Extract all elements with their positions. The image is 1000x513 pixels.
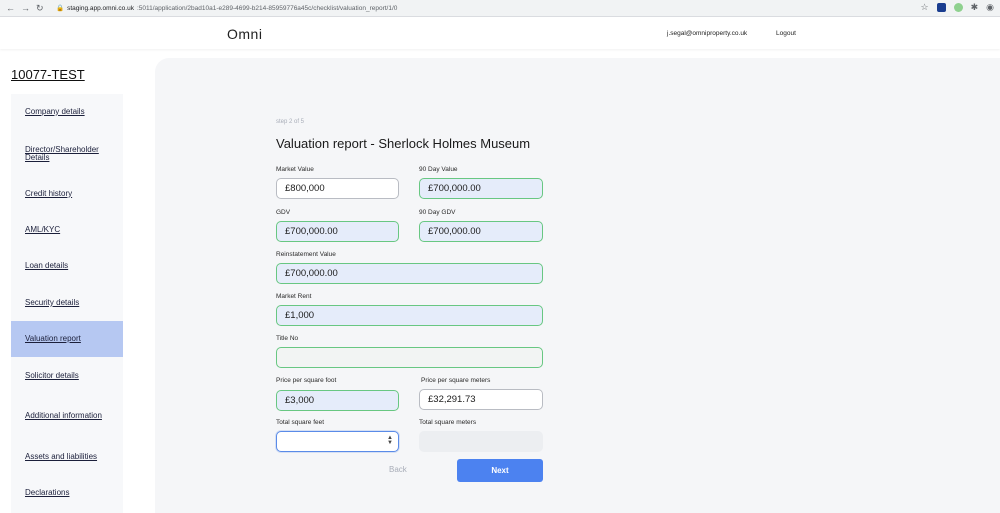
total-sq-meters-input <box>419 431 543 452</box>
sidebar-item-declarations[interactable]: Declarations <box>11 475 123 511</box>
ninety-day-gdv-label: 90 Day GDV <box>419 209 456 216</box>
brand-logo[interactable]: Omni <box>227 26 262 42</box>
total-sq-feet-label: Total square feet <box>276 419 325 426</box>
sidebar-item-solicitor-details[interactable]: Solicitor details <box>11 358 123 394</box>
number-stepper-icon[interactable]: ▲ ▼ <box>387 435 393 446</box>
back-button[interactable]: Back <box>389 465 407 474</box>
title-no-label: Title No <box>276 335 299 342</box>
lock-icon: 🔒 <box>56 5 65 12</box>
extension-icon[interactable] <box>936 3 946 12</box>
browser-toolbar: ← → ↻ 🔒 staging.app.omni.co.uk:5011/appl… <box>0 0 1000 17</box>
extension-icon[interactable] <box>953 3 963 12</box>
ninety-day-value-input[interactable]: £700,000.00 <box>419 178 543 199</box>
gdv-input[interactable]: £700,000.00 <box>276 221 399 242</box>
sidebar-item-credit-history[interactable]: Credit history <box>11 176 123 212</box>
sidebar-item-director-shareholder[interactable]: Director/Shareholder Details <box>11 136 123 172</box>
next-button[interactable]: Next <box>457 459 543 482</box>
price-per-sq-meter-input[interactable]: £32,291.73 <box>419 389 543 410</box>
ninety-day-value-label: 90 Day Value <box>419 166 458 173</box>
price-per-sq-foot-label: Price per square foot <box>276 377 337 384</box>
sidebar-item-loan-details[interactable]: Loan details <box>11 248 123 284</box>
step-indicator: step 2 of 5 <box>276 119 305 125</box>
user-email: j.segal@omniproperty.co.uk <box>667 30 748 37</box>
sidebar-item-valuation-report[interactable]: Valuation report <box>11 321 123 357</box>
page-title: Valuation report - Sherlock Holmes Museu… <box>276 136 531 151</box>
reinstatement-value-input[interactable]: £700,000.00 <box>276 263 543 284</box>
price-per-sq-meter-label: Price per square meters <box>421 377 491 384</box>
market-value-label: Market Value <box>276 166 314 173</box>
logout-link[interactable]: Logout <box>776 30 796 37</box>
app-header: Omni j.segal@omniproperty.co.uk Logout <box>0 17 1000 49</box>
browser-extensions: ☆ ✱ ◉ <box>921 2 994 13</box>
sidebar-item-security-details[interactable]: Security details <box>11 285 123 321</box>
reinstatement-value-label: Reinstatement Value <box>276 251 336 258</box>
url-path: :5011/application/2bad10a1-e289-4699-b21… <box>136 4 398 12</box>
title-no-input[interactable] <box>276 347 543 368</box>
price-per-sq-foot-input[interactable]: £3,000 <box>276 390 399 411</box>
total-sq-meters-label: Total square meters <box>419 419 477 426</box>
back-arrow-icon[interactable]: ← <box>6 3 15 14</box>
market-value-input[interactable]: £800,000 <box>276 178 399 199</box>
reload-icon[interactable]: ↻ <box>36 3 44 14</box>
profile-icon[interactable]: ◉ <box>986 2 994 13</box>
forward-arrow-icon[interactable]: → <box>21 3 30 14</box>
sidebar-item-aml-kyc[interactable]: AML/KYC <box>11 212 123 248</box>
sidebar: Company details Director/Shareholder Det… <box>11 94 123 513</box>
bookmark-star-icon[interactable]: ☆ <box>921 2 929 13</box>
gdv-label: GDV <box>276 209 291 216</box>
market-rent-label: Market Rent <box>276 293 312 300</box>
ninety-day-gdv-input[interactable]: £700,000.00 <box>419 221 543 242</box>
total-sq-feet-input[interactable]: ▲ ▼ <box>276 431 399 452</box>
puzzle-icon[interactable]: ✱ <box>971 2 979 13</box>
sidebar-item-assets-liabilities[interactable]: Assets and liabilities <box>11 439 123 475</box>
market-rent-input[interactable]: £1,000 <box>276 305 543 326</box>
sidebar-item-additional-information[interactable]: Additional information <box>11 398 123 434</box>
sidebar-item-company-details[interactable]: Company details <box>11 94 123 130</box>
address-bar[interactable]: 🔒 staging.app.omni.co.uk:5011/applicatio… <box>56 4 398 13</box>
browser-nav: ← → ↻ <box>0 3 56 14</box>
url-host: staging.app.omni.co.uk <box>67 4 134 12</box>
case-id-link[interactable]: 10077-TEST <box>11 67 85 82</box>
